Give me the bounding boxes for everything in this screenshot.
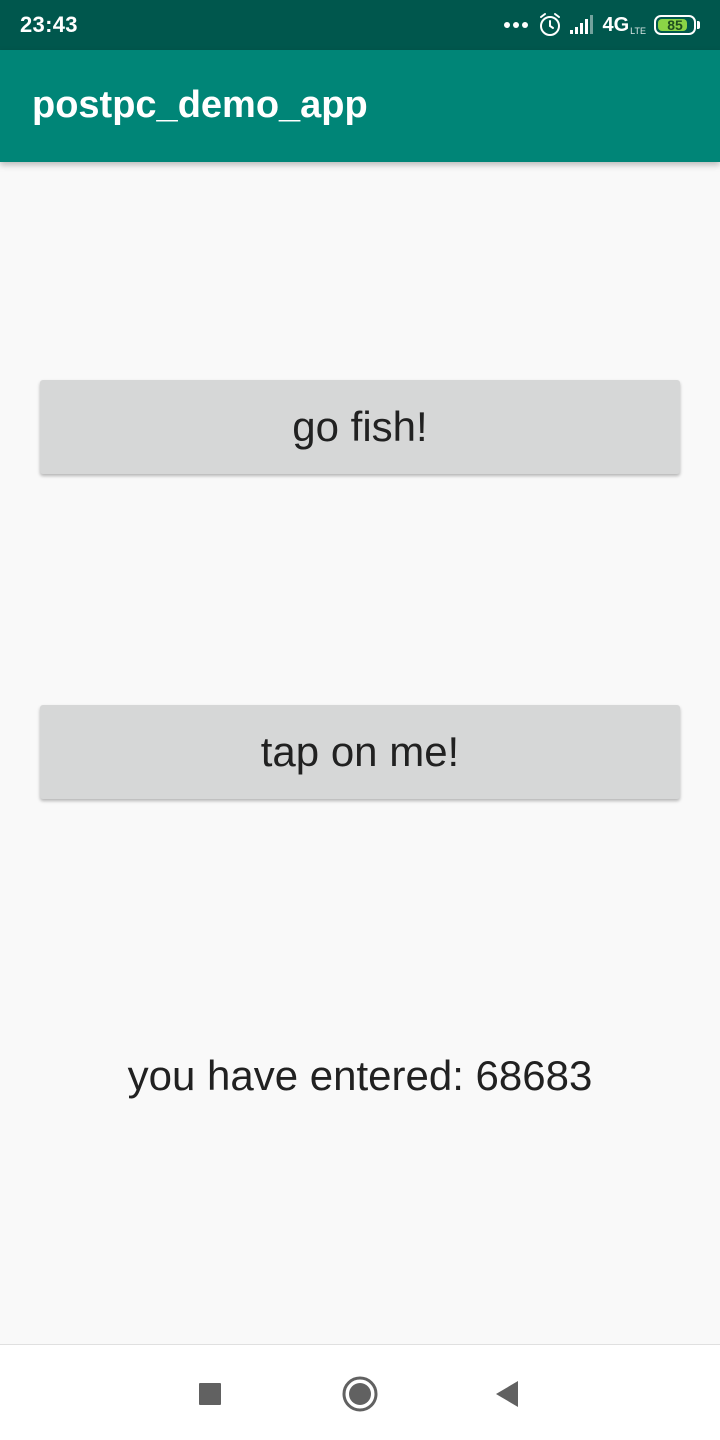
network-type: 4G (602, 13, 630, 36)
app-title: postpc_demo_app (32, 84, 368, 126)
status-time: 23:43 (20, 12, 78, 37)
alarm-icon (538, 12, 562, 38)
more-dots-icon (504, 22, 529, 28)
tap-on-me-button[interactable]: tap on me! (40, 705, 680, 799)
battery-icon: 85 (654, 15, 696, 35)
app-bar: postpc_demo_app (0, 50, 720, 162)
back-icon[interactable] (482, 1369, 532, 1419)
battery-tip (697, 21, 700, 29)
result-text: you have entered: 68683 (127, 1052, 593, 1099)
status-icons: 4G LTE 85 (504, 10, 700, 40)
home-icon[interactable] (335, 1369, 385, 1419)
go-fish-button[interactable]: go fish! (40, 380, 680, 474)
battery-level: 85 (667, 17, 683, 33)
signal-icon (570, 14, 598, 36)
recent-apps-icon[interactable] (185, 1369, 235, 1419)
navigation-bar (0, 1344, 720, 1440)
network-sub: LTE (630, 26, 646, 36)
status-bar: 23:43 4G LTE 85 (0, 0, 720, 50)
